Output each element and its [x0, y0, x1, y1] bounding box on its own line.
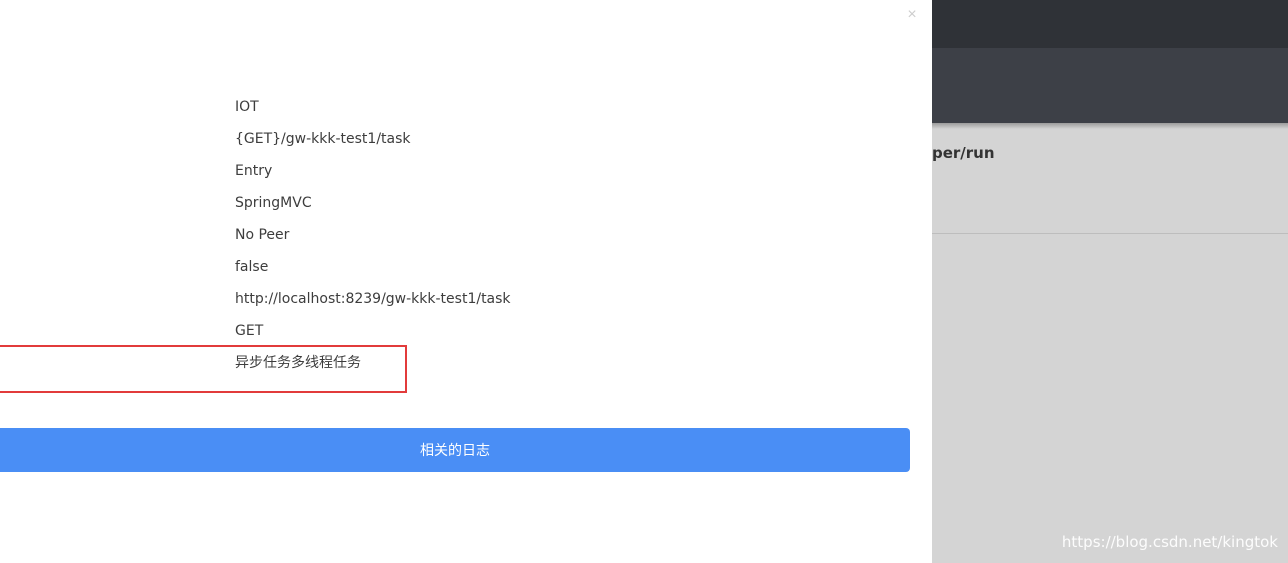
annotation-highlight-box: [0, 345, 407, 393]
detail-value-type: Entry: [235, 163, 273, 179]
background-app: per/run https://blog.csdn.net/kingtok: [932, 0, 1288, 563]
detail-value-component: IOT: [235, 99, 259, 115]
background-shadow: [932, 123, 1288, 129]
background-route-text: per/run: [932, 144, 995, 162]
detail-value-peer: No Peer: [235, 227, 290, 243]
background-top-bar: [932, 0, 1288, 48]
detail-value-error: false: [235, 259, 269, 275]
watermark: https://blog.csdn.net/kingtok: [1061, 533, 1278, 551]
background-divider: [932, 233, 1288, 234]
related-logs-button[interactable]: 相关的日志: [0, 428, 910, 472]
detail-value-framework: SpringMVC: [235, 195, 312, 211]
detail-value-url: http://localhost:8239/gw-kkk-test1/task: [235, 291, 511, 307]
detail-list: IOT {GET}/gw-kkk-test1/task Entry Spring…: [235, 98, 511, 386]
detail-value-endpoint: {GET}/gw-kkk-test1/task: [235, 131, 411, 147]
detail-drawer: × IOT {GET}/gw-kkk-test1/task Entry Spri…: [0, 0, 932, 563]
background-sub-bar: [932, 48, 1288, 123]
close-icon[interactable]: ×: [904, 6, 920, 24]
